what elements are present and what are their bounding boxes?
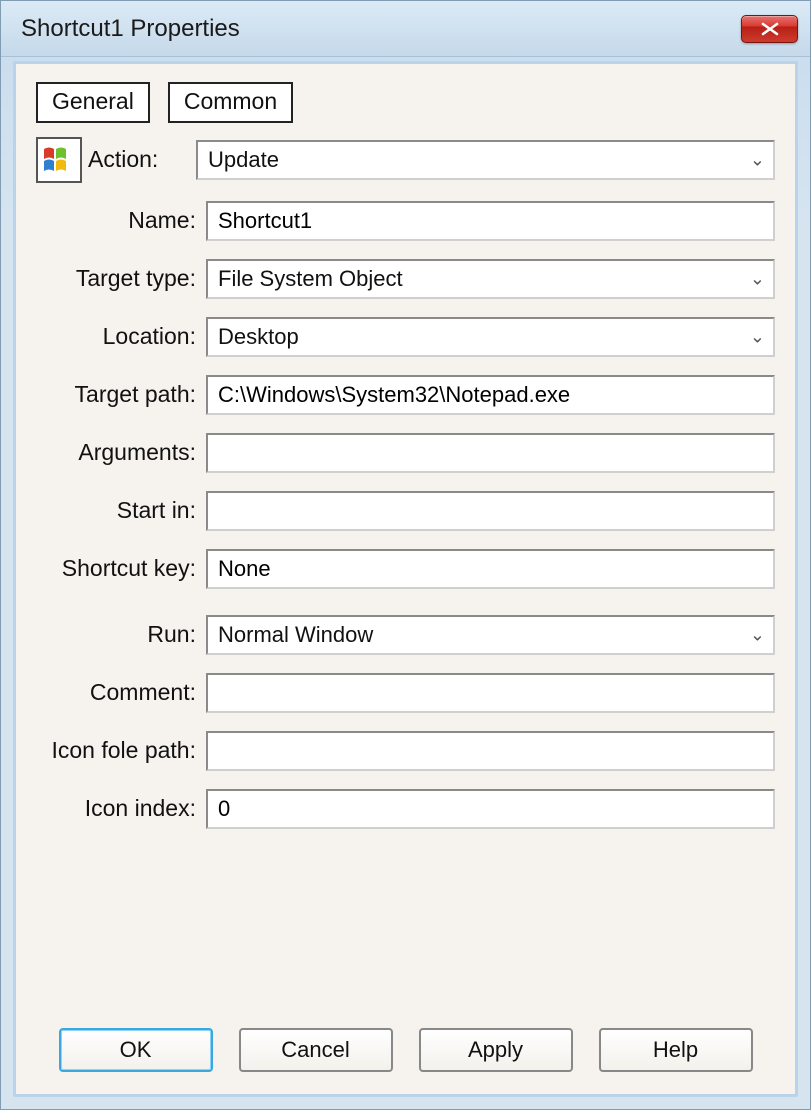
target-type-value: File System Object [218, 266, 403, 292]
form: Action: Update ⌄ Name: [36, 137, 775, 829]
row-location: Location: Desktop ⌄ [36, 317, 775, 357]
cancel-button[interactable]: Cancel [239, 1028, 393, 1072]
run-value: Normal Window [218, 622, 373, 648]
name-value[interactable] [218, 208, 741, 234]
run-select[interactable]: Normal Window [206, 615, 775, 655]
window-title: Shortcut1 Properties [13, 15, 240, 43]
label-run: Run: [36, 622, 206, 647]
label-location: Location: [36, 324, 206, 349]
row-run: Run: Normal Window ⌄ [36, 615, 775, 655]
tab-strip: General Common [36, 82, 775, 123]
row-target-type: Target type: File System Object ⌄ [36, 259, 775, 299]
icon-index-input[interactable] [206, 789, 775, 829]
target-path-input[interactable] [206, 375, 775, 415]
ok-button[interactable]: OK [59, 1028, 213, 1072]
properties-dialog: Shortcut1 Properties General Common [0, 0, 811, 1110]
row-target-path: Target path: [36, 375, 775, 415]
row-shortcut-key: Shortcut key: [36, 549, 775, 589]
close-button[interactable] [741, 15, 798, 43]
target-type-select[interactable]: File System Object [206, 259, 775, 299]
windows-logo-icon [36, 137, 82, 183]
target-path-value[interactable] [218, 382, 741, 408]
row-start-in: Start in: [36, 491, 775, 531]
label-start-in: Start in: [36, 498, 206, 523]
label-target-type: Target type: [36, 266, 206, 291]
name-input[interactable] [206, 201, 775, 241]
row-name: Name: [36, 201, 775, 241]
close-icon [759, 22, 781, 36]
row-action: Action: Update ⌄ [36, 137, 775, 183]
arguments-input[interactable] [206, 433, 775, 473]
icon-path-value[interactable] [218, 738, 741, 764]
tab-common[interactable]: Common [168, 82, 293, 123]
tab-general[interactable]: General [36, 82, 150, 123]
row-icon-index: Icon index: [36, 789, 775, 829]
arguments-value[interactable] [218, 440, 741, 466]
action-value: Update [208, 147, 279, 173]
label-icon-path: Icon fole path: [36, 738, 206, 763]
label-shortcut-key: Shortcut key: [36, 556, 206, 581]
label-action: Action: [88, 147, 196, 172]
label-name: Name: [36, 208, 206, 233]
icon-index-value[interactable] [218, 796, 741, 822]
start-in-value[interactable] [218, 498, 741, 524]
row-arguments: Arguments: [36, 433, 775, 473]
label-icon-index: Icon index: [36, 796, 206, 821]
action-select[interactable]: Update [196, 140, 775, 180]
start-in-input[interactable] [206, 491, 775, 531]
titlebar: Shortcut1 Properties [1, 1, 810, 57]
comment-value[interactable] [218, 680, 741, 706]
label-arguments: Arguments: [36, 440, 206, 465]
logo-cell [36, 137, 88, 183]
label-comment: Comment: [36, 680, 206, 705]
shortcut-key-value[interactable] [218, 556, 741, 582]
location-value: Desktop [218, 324, 299, 350]
location-select[interactable]: Desktop [206, 317, 775, 357]
row-comment: Comment: [36, 673, 775, 713]
help-button[interactable]: Help [599, 1028, 753, 1072]
shortcut-key-input[interactable] [206, 549, 775, 589]
comment-input[interactable] [206, 673, 775, 713]
row-icon-path: Icon fole path: [36, 731, 775, 771]
apply-button[interactable]: Apply [419, 1028, 573, 1072]
icon-path-input[interactable] [206, 731, 775, 771]
button-bar: OK Cancel Apply Help [16, 1028, 795, 1072]
label-target-path: Target path: [36, 382, 206, 407]
client-area: General Common Action: [13, 61, 798, 1097]
